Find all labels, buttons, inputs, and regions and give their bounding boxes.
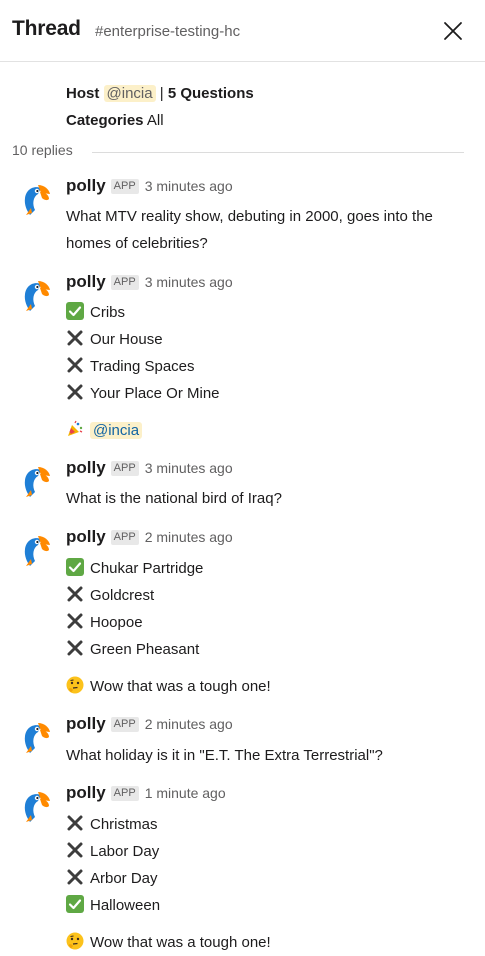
- host-mention[interactable]: @incia: [103, 85, 156, 102]
- divider-line: [92, 152, 464, 153]
- answer-text: Our House: [90, 331, 163, 348]
- categories-label: Categories: [66, 112, 144, 129]
- sender-name[interactable]: polly: [66, 527, 106, 546]
- cross-mark-icon: [67, 613, 83, 629]
- check-mark-icon: [66, 558, 84, 576]
- close-button[interactable]: [438, 16, 468, 46]
- parrot-avatar-icon[interactable]: [16, 531, 52, 567]
- cross-mark-icon: [67, 842, 83, 858]
- parrot-avatar-icon[interactable]: [16, 718, 52, 754]
- parrot-avatar-icon[interactable]: [16, 787, 52, 823]
- answer-text: Cribs: [90, 304, 126, 321]
- thinking-face-icon: [66, 932, 84, 950]
- answer-text: Arbor Day: [90, 870, 158, 887]
- separator: |: [159, 85, 164, 102]
- timestamp[interactable]: 3 minutes ago: [145, 178, 233, 194]
- replies-count: 10 replies: [12, 142, 85, 158]
- host-label: Host: [66, 85, 100, 102]
- answer-text: Goldcrest: [90, 587, 155, 604]
- app-badge: APP: [110, 460, 139, 476]
- cross-mark-icon: [67, 640, 83, 656]
- answer-text: Chukar Partridge: [90, 560, 204, 577]
- app-badge: APP: [110, 785, 139, 801]
- cross-mark-icon: [67, 869, 83, 885]
- question-text: What holiday is it in "E.T. The Extra Te…: [66, 747, 383, 764]
- answer-item: Your Place Or Mine: [66, 380, 471, 407]
- sender-name[interactable]: polly: [66, 714, 106, 733]
- answer-item: Cribs: [66, 299, 471, 326]
- reaction-text: Wow that was a tough one!: [90, 934, 271, 951]
- answer-text: Hoopoe: [90, 614, 143, 631]
- reaction-line: Wow that was a tough one!: [66, 673, 471, 700]
- cross-mark-icon: [67, 384, 83, 400]
- sender-name[interactable]: polly: [66, 458, 106, 477]
- answer-item: Hoopoe: [66, 609, 471, 636]
- app-badge: APP: [110, 178, 139, 194]
- cross-mark-icon: [67, 815, 83, 831]
- timestamp[interactable]: 3 minutes ago: [145, 274, 233, 290]
- app-badge: APP: [110, 529, 139, 545]
- parrot-avatar-icon[interactable]: [16, 462, 52, 498]
- app-badge: APP: [110, 274, 139, 290]
- thread-title: Thread: [12, 17, 81, 40]
- cross-mark-icon: [67, 586, 83, 602]
- question-text: What is the national bird of Iraq?: [66, 490, 282, 507]
- answer-item: Chukar Partridge: [66, 555, 471, 582]
- parrot-avatar-icon[interactable]: [16, 276, 52, 312]
- reaction-text: Wow that was a tough one!: [90, 678, 271, 695]
- categories-value: All: [146, 112, 164, 129]
- answer-text: Your Place Or Mine: [90, 385, 220, 402]
- answer-item: Christmas: [66, 811, 471, 838]
- timestamp[interactable]: 3 minutes ago: [145, 460, 233, 476]
- app-badge: APP: [110, 716, 139, 732]
- winner-mention[interactable]: @incia: [90, 422, 143, 439]
- parent-message: Host @incia | 5 Questions Categories All: [66, 80, 254, 134]
- check-mark-icon: [66, 895, 84, 913]
- party-popper-icon: [68, 420, 83, 436]
- close-icon: [444, 22, 462, 40]
- answer-item: Halloween: [66, 892, 471, 919]
- thread-header: Thread #enterprise-testing-hc: [0, 0, 485, 62]
- answer-item: Goldcrest: [66, 582, 471, 609]
- replies-divider: 10 replies: [12, 142, 464, 162]
- answer-text: Halloween: [90, 897, 161, 914]
- answer-text: Trading Spaces: [90, 358, 195, 375]
- sender-name[interactable]: polly: [66, 176, 106, 195]
- answer-text: Green Pheasant: [90, 641, 200, 658]
- timestamp[interactable]: 1 minute ago: [145, 785, 226, 801]
- check-mark-icon: [66, 302, 84, 320]
- reaction-line: Wow that was a tough one!: [66, 929, 471, 956]
- cross-mark-icon: [67, 357, 83, 373]
- answer-item: Our House: [66, 326, 471, 353]
- answer-item: Labor Day: [66, 838, 471, 865]
- thinking-face-icon: [66, 676, 84, 694]
- question-count: 5 Questions: [167, 85, 254, 102]
- parrot-avatar-icon[interactable]: [16, 180, 52, 216]
- answer-text: Labor Day: [90, 843, 160, 860]
- answer-item: Green Pheasant: [66, 636, 471, 663]
- answer-text: Christmas: [90, 816, 158, 833]
- sender-name[interactable]: polly: [66, 272, 106, 291]
- winner-line: @incia: [66, 417, 471, 444]
- timestamp[interactable]: 2 minutes ago: [145, 716, 233, 732]
- channel-name[interactable]: #enterprise-testing-hc: [95, 23, 240, 40]
- answer-item: Trading Spaces: [66, 353, 471, 380]
- question-text: What MTV reality show, debuting in 2000,…: [66, 208, 433, 252]
- answer-item: Arbor Day: [66, 865, 471, 892]
- sender-name[interactable]: polly: [66, 783, 106, 802]
- timestamp[interactable]: 2 minutes ago: [145, 529, 233, 545]
- cross-mark-icon: [67, 330, 83, 346]
